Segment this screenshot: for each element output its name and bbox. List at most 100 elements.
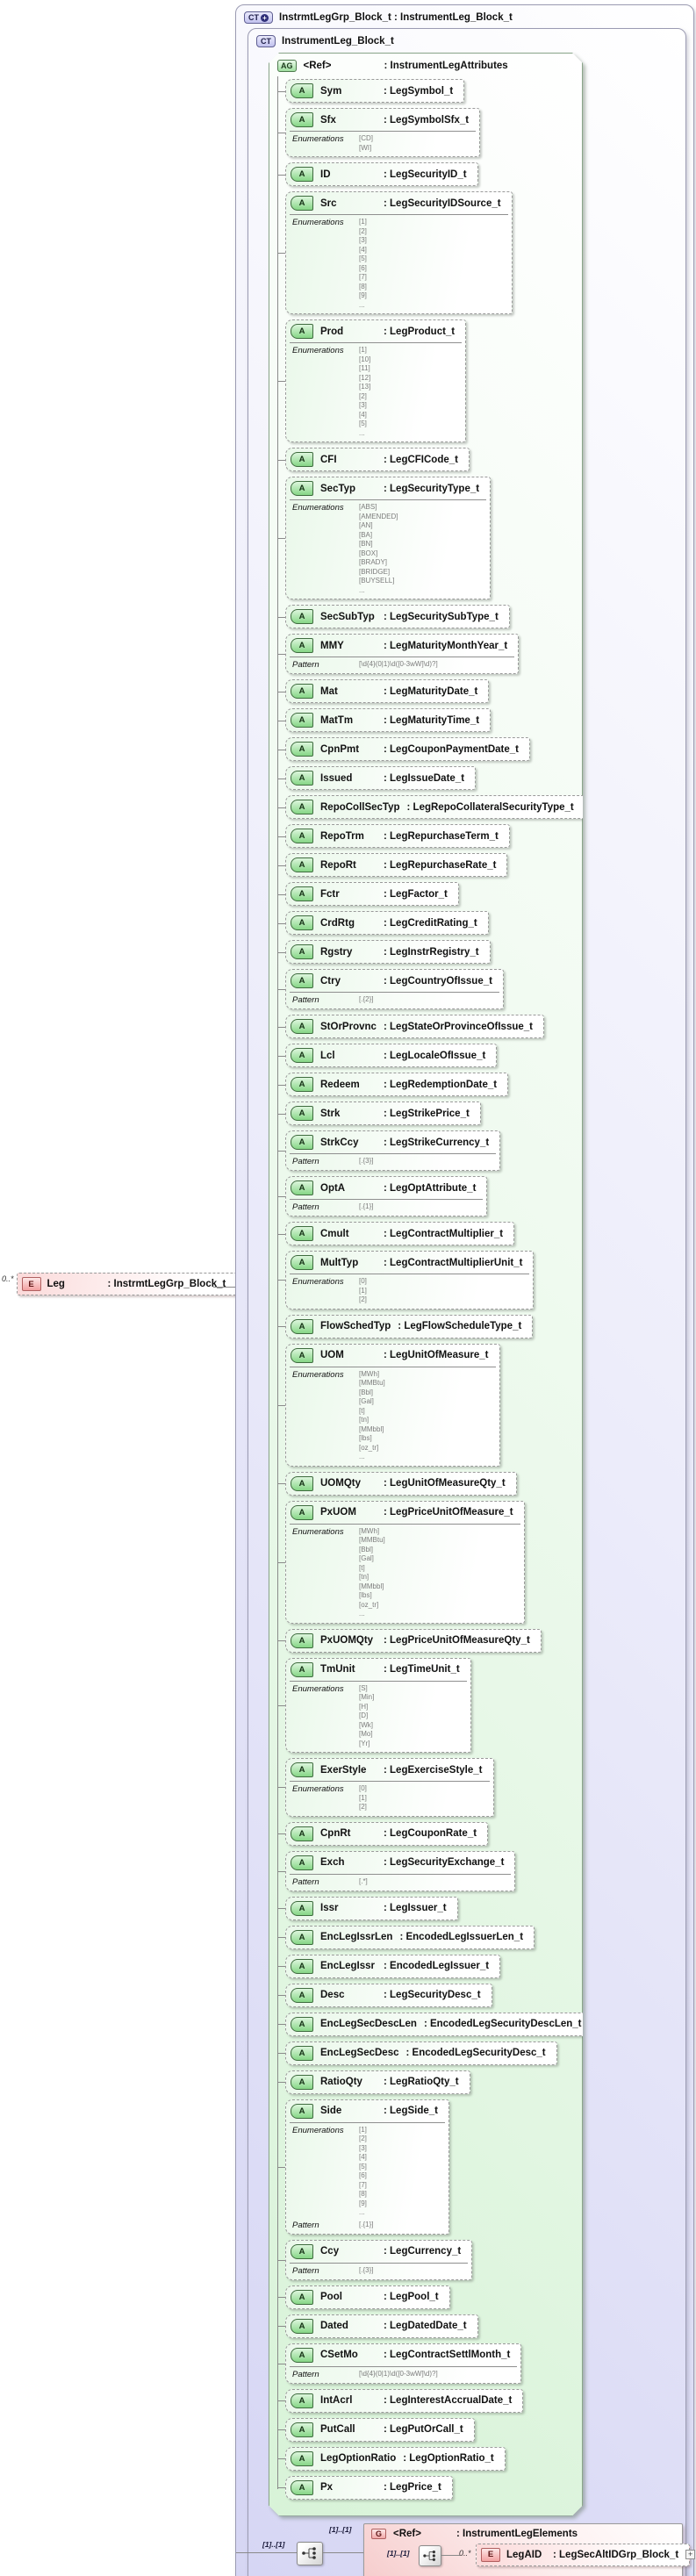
attribute-box-ratioqty[interactable]: A RatioQty : LegRatioQty_t [285, 2070, 470, 2094]
attribute-box-mmy[interactable]: A MMY : LegMaturityMonthYear_t Pattern [\… [285, 634, 519, 674]
inner-complextype-box[interactable]: CT InstrumentLeg_Block_t AG <Ref> : Inst… [236, 28, 696, 2576]
attribute-box-prod[interactable]: A Prod : LegProduct_t Enumerations [1] [10… [285, 319, 466, 442]
attribute-box-enclegissr[interactable]: A EncLegIssr : EncodedLegIssuer_t [285, 1955, 500, 1978]
group-header: G <Ref> : InstrumentLegElements [364, 2524, 682, 2542]
inner-complextype-header: CT InstrumentLeg_Block_t [248, 29, 685, 50]
attribute-icon: A [291, 1901, 313, 1916]
attribute-box-fctr[interactable]: A Fctr : LegFactor_t [285, 882, 459, 906]
attribute-box-dated[interactable]: A Dated : LegDatedDate_t [285, 2314, 478, 2338]
attribute-name: Side [320, 2106, 342, 2116]
attribute-box-secsubtyp[interactable]: A SecSubTyp : LegSecuritySubType_t [285, 605, 510, 628]
attribute-box-uomqty[interactable]: A UOMQty : LegUnitOfMeasureQty_t [285, 1472, 517, 1496]
enum-value: [MWh] [359, 1526, 380, 1535]
attribute-box-sectyp[interactable]: A SecTyp : LegSecurityType_t Enumeration… [285, 477, 491, 599]
attribute-box-repocollsectyp[interactable]: A RepoCollSecTyp : LegRepoCollateralSecu… [285, 795, 585, 819]
sequence-icon[interactable] [419, 2544, 441, 2566]
attribute-box-exerstyle[interactable]: A ExerStyle : LegExerciseStyle_t Enumera… [285, 1758, 494, 1817]
attribute-box-desc[interactable]: A Desc : LegSecurityDesc_t [285, 1984, 492, 2007]
attribute-type: : LegMaturityTime_t [384, 714, 480, 726]
pattern-value: [.{1}] [359, 2221, 438, 2230]
enum-value: [1] [359, 2125, 367, 2134]
leg-element-box[interactable]: E Leg : InstrmtLegGrp_Block_t – [16, 1273, 246, 1295]
attributes-list: A Sym : LegSymbol_t A Sfx : LegSymbolSfx… [269, 76, 582, 2508]
attribute-facets: Pattern [.{3}] [290, 2263, 468, 2279]
attribute-box-issued[interactable]: A Issued : LegIssueDate_t [285, 766, 476, 790]
attribute-header: A Exch : LegSecurityExchange_t [286, 1852, 514, 1874]
attribute-box-cmult[interactable]: A Cmult : LegContractMultiplier_t [285, 1222, 514, 1245]
attribute-box-mat[interactable]: A Mat : LegMaturityDate_t [285, 679, 489, 703]
attribute-name: Ctry [320, 975, 341, 987]
enumeration-values: [1] [2] [3] [4] [5] [6] [7] [8] [9]... [359, 2126, 438, 2218]
attribute-box-strkccy[interactable]: A StrkCcy : LegStrikeCurrency_t Pattern [… [285, 1130, 500, 1171]
enum-value: [BRADY] [359, 558, 388, 566]
attribute-box-mattm[interactable]: A MatTm : LegMaturityTime_t [285, 708, 491, 732]
attribute-name: Px [320, 2482, 334, 2493]
expand-button[interactable]: + [685, 2549, 696, 2559]
attribute-box-id[interactable]: A ID : LegSecurityID_t [285, 162, 478, 186]
attribute-box-multtyp[interactable]: A MultTyp : LegContractMultiplierUnit_t … [285, 1251, 534, 1310]
attribute-box-cpnpmt[interactable]: A CpnPmt : LegCouponPaymentDate_t [285, 737, 530, 761]
attribute-box-opta[interactable]: A OptA : LegOptAttribute_t Pattern [.{1}] [285, 1176, 487, 1216]
legaid-element-box[interactable]: E LegAID : LegSecAltIDGrp_Block_t + [476, 2543, 696, 2566]
attribute-name: StOrProvnc [320, 1021, 377, 1032]
attribute-header: A UOM : LegUnitOfMeasure_t [286, 1345, 499, 1367]
attribute-box-cfi[interactable]: A CFI : LegCFICode_t [285, 448, 470, 471]
attribute-box-putcall[interactable]: A PutCall : LegPutOrCall_t [285, 2418, 475, 2442]
attribute-box-rgstry[interactable]: A Rgstry : LegInstrRegistry_t [285, 940, 491, 964]
attribute-name: Cmult [320, 1228, 349, 1239]
attribute-box-cpnrt[interactable]: A CpnRt : LegCouponRate_t [285, 1822, 488, 1846]
attribute-box-uom[interactable]: A UOM : LegUnitOfMeasure_t Enumerations [… [285, 1344, 500, 1467]
attribute-box-report[interactable]: A RepoRt : LegRepurchaseRate_t [285, 853, 507, 877]
attribute-box-src[interactable]: A Src : LegSecurityIDSource_t Enumeratio… [285, 191, 513, 314]
attribute-box-repotrm[interactable]: A RepoTrm : LegRepurchaseTerm_t [285, 824, 510, 848]
attribute-box-storprovnc[interactable]: A StOrProvnc : LegStateOrProvinceOfIssue… [285, 1015, 544, 1038]
attribute-box-strk[interactable]: A Strk : LegStrikePrice_t [285, 1101, 481, 1125]
attribute-row: A Dated : LegDatedDate_t [285, 2314, 478, 2338]
attribute-box-csetmo[interactable]: A CSetMo : LegContractSettlMonth_t Patte… [285, 2343, 521, 2384]
attribute-group-header: AG <Ref> : InstrumentLegAttributes [269, 54, 582, 76]
attribute-box-legoptionratio[interactable]: A LegOptionRatio : LegOptionRatio_t [285, 2447, 506, 2471]
attribute-box-enclegsecdesc[interactable]: A EncLegSecDesc : EncodedLegSecurityDesc… [285, 2041, 557, 2065]
attribute-box-sym[interactable]: A Sym : LegSymbol_t [285, 79, 464, 103]
attribute-box-exch[interactable]: A Exch : LegSecurityExchange_t Pattern [.… [285, 1851, 515, 1891]
enum-value: [13] [359, 383, 371, 391]
attribute-box-pxuomqty[interactable]: A PxUOMQty : LegPriceUnitOfMeasureQty_t [285, 1629, 542, 1653]
attribute-facets: Enumerations [MWh] [MMBtu] [Bbl] [Gal] [t] [tn… [290, 1367, 496, 1466]
attribute-box-enclegissrlen[interactable]: A EncLegIssrLen : EncodedLegIssuerLen_t [285, 1926, 535, 1949]
attribute-box-redeem[interactable]: A Redeem : LegRedemptionDate_t [285, 1073, 508, 1096]
attribute-facets: Enumerations [1] [2] [3] [4] [5] [6] [7] [8] [9].… [290, 214, 508, 313]
attribute-box-enclegsecdesclen[interactable]: A EncLegSecDescLen : EncodedLegSecurityD… [285, 2013, 593, 2036]
attribute-name: CrdRtg [320, 917, 355, 929]
attribute-type: : LegCreditRating_t [384, 917, 477, 929]
attribute-header: A Issr : LegIssuer_t [286, 1898, 457, 1919]
enumeration-values: [0] [1] [2] [359, 1277, 522, 1305]
attribute-box-ctry[interactable]: A Ctry : LegCountryOfIssue_t Pattern [.{2… [285, 969, 504, 1009]
attribute-name: RepoCollSecTyp [320, 801, 400, 813]
attribute-row: A SecSubTyp : LegSecuritySubType_t [285, 605, 510, 628]
outer-complextype-box[interactable]: CT + InstrmtLegGrp_Block_t : InstrumentLe… [235, 4, 696, 2576]
sequence-icon[interactable] [297, 2541, 323, 2565]
attribute-box-crdrtg[interactable]: A CrdRtg : LegCreditRating_t [285, 911, 489, 935]
attribute-box-tmunit[interactable]: A TmUnit : LegTimeUnit_t Enumerations [S]… [285, 1658, 471, 1754]
leg-cardinality: 0..* [2, 1274, 14, 1283]
attribute-box-lcl[interactable]: A Lcl : LegLocaleOfIssue_t [285, 1044, 497, 1067]
attribute-box-intacrl[interactable]: A IntAcrl : LegInterestAccrualDate_t [285, 2389, 523, 2413]
attribute-icon: A [291, 1930, 313, 1945]
attribute-box-flowschedtyp[interactable]: A FlowSchedTyp : LegFlowScheduleType_t [285, 1315, 533, 1338]
attribute-box-side[interactable]: A Side : LegSide_t Enumerations [1] [2] [3]… [285, 2099, 449, 2235]
attribute-box-pxuom[interactable]: A PxUOM : LegPriceUnitOfMeasure_t Enumer… [285, 1501, 525, 1624]
attribute-icon: A [291, 2393, 313, 2408]
attribute-header: A StOrProvnc : LegStateOrProvinceOfIssue… [286, 1015, 543, 1037]
attribute-box-px[interactable]: A Px : LegPrice_t [285, 2476, 453, 2500]
attribute-box-ccy[interactable]: A Ccy : LegCurrency_t Pattern [.{3}] [285, 2240, 472, 2280]
attribute-box-pool[interactable]: A Pool : LegPool_t [285, 2285, 450, 2309]
attribute-group-box[interactable]: AG <Ref> : InstrumentLegAttributes A Sym… [269, 53, 583, 2516]
attribute-box-sfx[interactable]: A Sfx : LegSymbolSfx_t Enumerations [CD][… [285, 108, 480, 157]
enum-value: [MMbbl] [359, 1582, 384, 1590]
group-box[interactable]: G <Ref> : InstrumentLegElements [1]..[1] [363, 2522, 696, 2576]
attribute-header: A Desc : LegSecurityDesc_t [286, 1984, 492, 2006]
attribute-row: A CSetMo : LegContractSettlMonth_t Patte… [285, 2343, 521, 2384]
attribute-box-issr[interactable]: A Issr : LegIssuer_t [285, 1897, 458, 1920]
enumerations-label: Enumerations [292, 1526, 344, 1537]
pattern-value: [.{3}] [359, 1157, 489, 1166]
